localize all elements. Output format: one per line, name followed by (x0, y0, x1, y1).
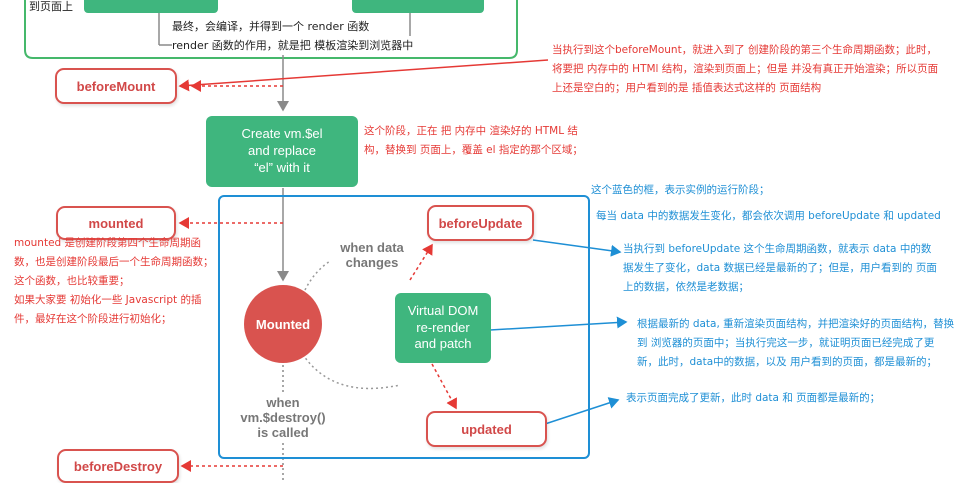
data-change-note: 每当 data 中的数据发生变化，都会依次调用 beforeUpdate 和 u… (596, 210, 941, 222)
create-el-line-2: and replace (248, 143, 316, 159)
top-green-box-left (84, 0, 218, 13)
virtual-dom-line-1: Virtual DOM (407, 302, 479, 318)
note-arrow-before-update (532, 239, 622, 257)
when-destroy-label: when vm.$destroy() is called (233, 395, 333, 440)
note-arrow-before-mount (178, 59, 549, 92)
blue-frame-note: 这个蓝色的框，表示实例的运行阶段； (591, 184, 770, 196)
mounted-circle: Mounted (244, 285, 322, 363)
virtual-dom-line-3: and patch (414, 336, 472, 352)
note-arrow-updated (544, 397, 620, 425)
create-el-note: 这个阶段，正在 把 内存中 渲染好的 HTML 结 构，替换到 页面上，覆盖 e… (364, 125, 583, 156)
mounted-note: mounted 是创建阶段第四个生命周期函 数，也是创建阶段最后一个生命周期函数… (14, 237, 214, 325)
compile-note-line-2: render 函数的作用，就是把 模板渲染到浏览器中 (172, 36, 414, 55)
hook-link-updated (431, 363, 457, 410)
before-update-hook: beforeUpdate (427, 205, 534, 241)
updated-hook: updated (426, 411, 547, 447)
before-destroy-hook: beforeDestroy (57, 449, 179, 483)
vdom-note: 根据最新的 data, 重新渲染页面结构，并把渲染好的页面结构，替换 到 浏览器… (637, 318, 955, 368)
create-el-box: Create vm.$el and replace “el” with it (206, 116, 358, 187)
virtual-dom-box: Virtual DOM re-render and patch (395, 293, 491, 363)
before-mount-note: 当执行到这个beforeMount，就进入到了 创建阶段的第三个生命周期函数；此… (552, 44, 939, 94)
top-left-fragment: 到页面上 (29, 0, 73, 13)
top-green-box-right (352, 0, 484, 13)
compile-note-line-1: 最终，会编译，并得到一个 render 函数 (172, 20, 370, 33)
virtual-dom-line-2: re-render (416, 319, 470, 335)
before-update-note: 当执行到 beforeUpdate 这个生命周期函数，就表示 data 中的数 … (623, 243, 937, 293)
updated-note: 表示页面完成了更新，此时 data 和 页面都是最新的； (626, 392, 881, 404)
before-mount-hook: beforeMount (55, 68, 177, 104)
cycle-arc-bottom (299, 349, 401, 390)
create-el-line-3: “el” with it (254, 159, 310, 175)
create-el-line-1: Create vm.$el (241, 126, 323, 142)
when-data-changes-label: when data changes (330, 240, 414, 270)
note-arrow-vdom (489, 316, 628, 331)
lifecycle-diagram: 到页面上 最终，会编译，并得到一个 render 函数 render 函数的作用… (0, 0, 978, 483)
